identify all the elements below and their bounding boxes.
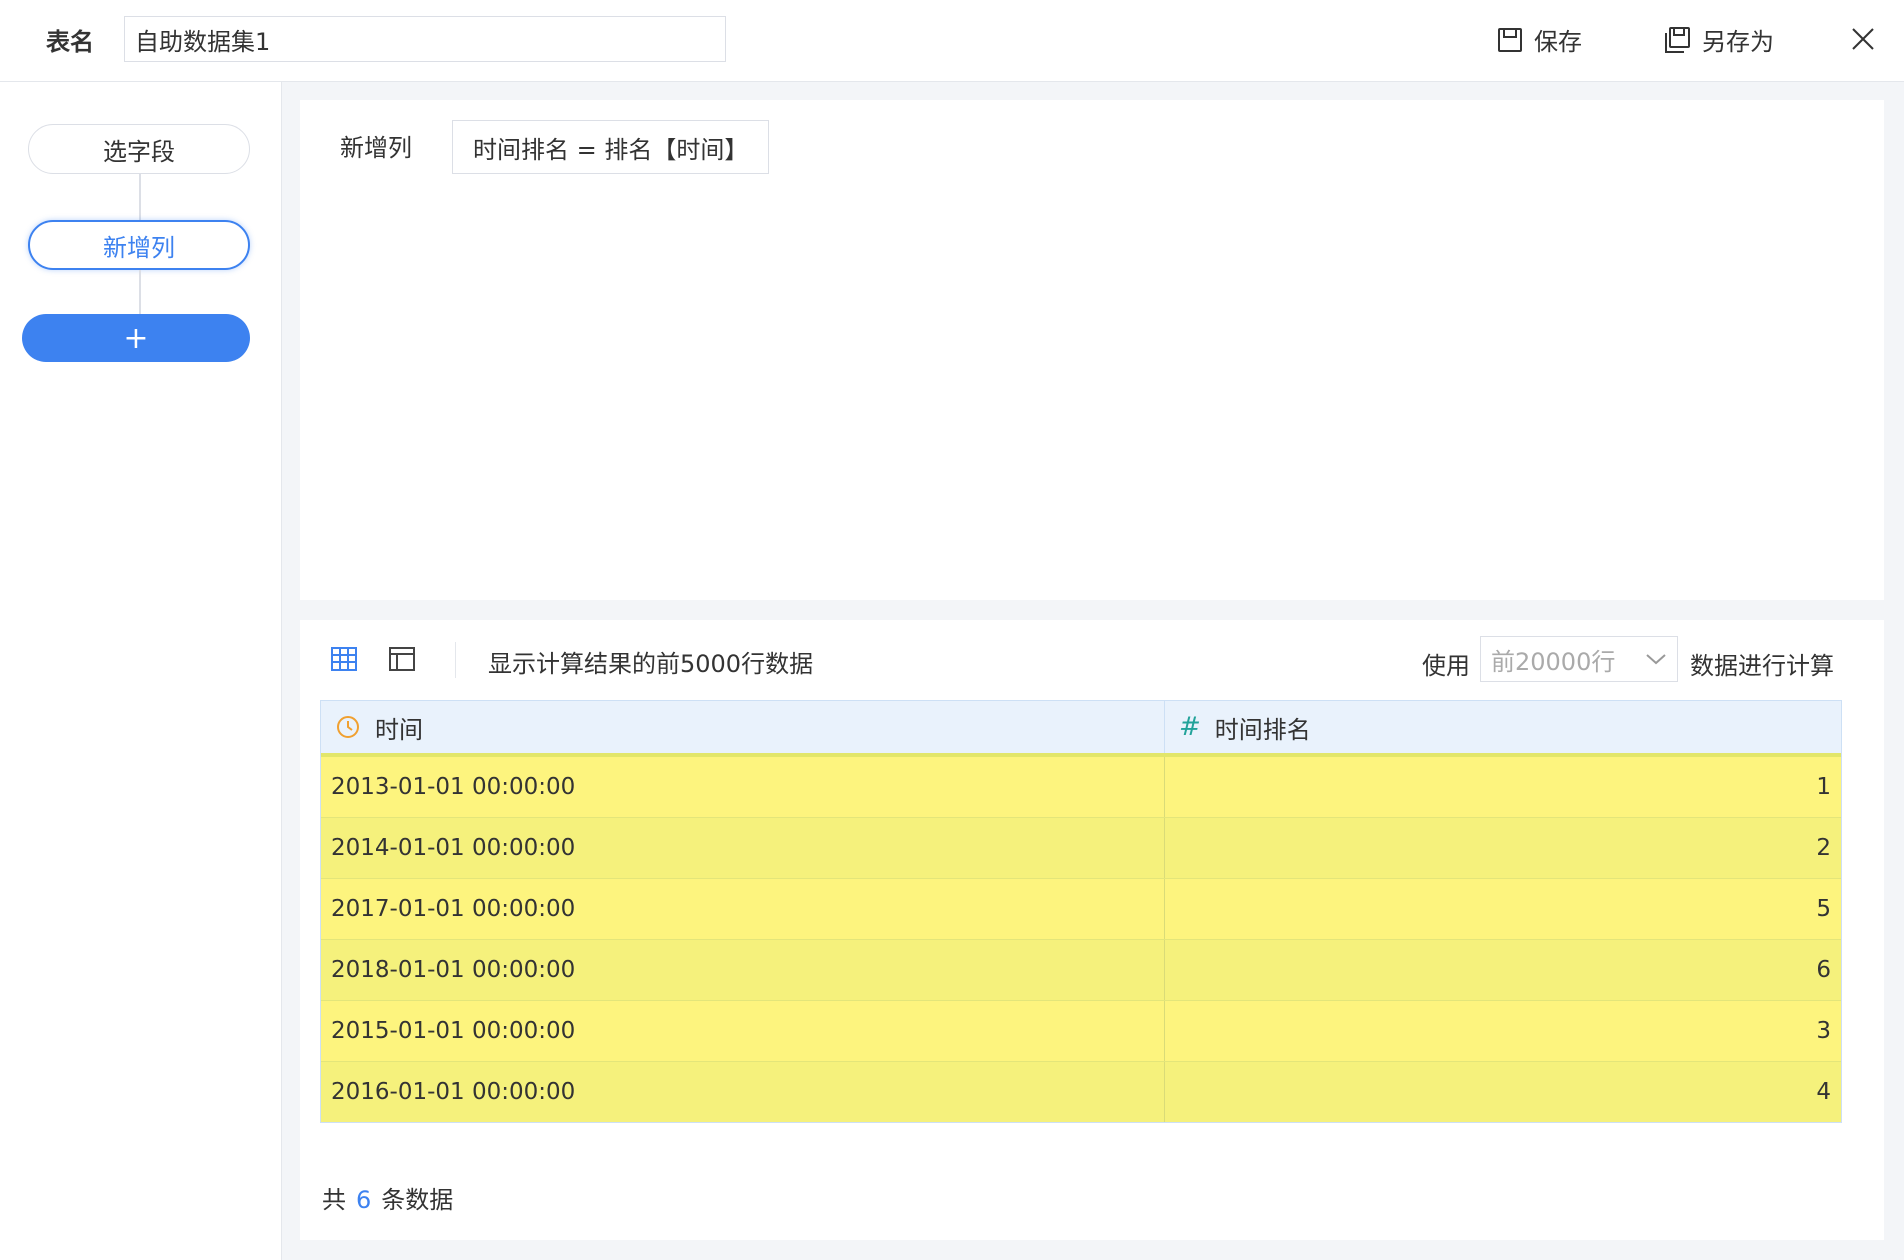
cell-time: 2013-01-01 00:00:00 [321, 757, 1165, 817]
total-count: 6 [356, 1186, 372, 1214]
chevron-down-icon [1646, 654, 1666, 665]
grid-view-icon[interactable] [330, 644, 358, 674]
step-config-panel: 新增列 时间排名 = 排名【时间】 [300, 100, 1884, 600]
table-row: 2018-01-01 00:00:00 6 [321, 940, 1841, 1001]
step-connector [139, 174, 141, 220]
row-limit-select[interactable]: 前20000行 [1480, 636, 1678, 682]
toolbar-divider [455, 642, 456, 678]
data-table: 时间 # 时间排名 2013-01-01 00:00:00 1 2014-01-… [320, 700, 1842, 1123]
cell-rank: 2 [1816, 835, 1831, 861]
use-label: 使用 [1422, 652, 1470, 680]
column-header-time[interactable]: 时间 [321, 701, 1165, 753]
add-step-button[interactable]: + [22, 314, 250, 362]
save-label: 保存 [1534, 28, 1582, 56]
table-header: 时间 # 时间排名 [321, 701, 1841, 757]
table-row: 2015-01-01 00:00:00 3 [321, 1001, 1841, 1062]
table-name-input[interactable] [124, 16, 726, 62]
save-as-icon [1665, 26, 1690, 53]
total-suffix: 条数据 [381, 1186, 454, 1214]
cell-rank: 1 [1816, 774, 1831, 800]
table-name-label: 表名 [46, 28, 94, 56]
cell-time: 2017-01-01 00:00:00 [321, 879, 1165, 939]
column-header-rank[interactable]: # 时间排名 [1165, 701, 1841, 753]
cell-rank: 4 [1816, 1079, 1831, 1105]
cell-rank: 5 [1816, 896, 1831, 922]
layout-view-icon[interactable] [388, 644, 416, 674]
step-add-column[interactable]: 新增列 [28, 220, 250, 270]
formula-field[interactable]: 时间排名 = 排名【时间】 [452, 120, 770, 174]
save-as-label: 另存为 [1702, 28, 1774, 56]
calc-label: 数据进行计算 [1690, 652, 1834, 680]
cell-rank: 6 [1816, 957, 1831, 983]
step-select-fields[interactable]: 选字段 [28, 124, 250, 174]
preview-panel: 显示计算结果的前5000行数据 使用 前20000行 数据进行计算 时间 # 时… [300, 620, 1884, 1240]
table-row: 2014-01-01 00:00:00 2 [321, 818, 1841, 879]
table-row: 2016-01-01 00:00:00 4 [321, 1062, 1841, 1122]
table-row: 2017-01-01 00:00:00 5 [321, 879, 1841, 940]
cell-time: 2018-01-01 00:00:00 [321, 940, 1165, 1000]
cell-time: 2015-01-01 00:00:00 [321, 1001, 1165, 1061]
preview-note: 显示计算结果的前5000行数据 [488, 650, 814, 678]
row-limit-value: 前20000行 [1491, 647, 1616, 676]
column-name: 时间排名 [1214, 715, 1311, 744]
save-as-button[interactable]: 另存为 [1662, 22, 1774, 57]
cell-rank: 3 [1816, 1018, 1831, 1044]
column-name: 时间 [375, 715, 423, 744]
config-label: 新增列 [340, 134, 412, 162]
cell-time: 2014-01-01 00:00:00 [321, 818, 1165, 878]
table-row: 2013-01-01 00:00:00 1 [321, 757, 1841, 818]
step-connector [139, 270, 141, 314]
close-icon[interactable] [1850, 26, 1876, 52]
top-bar: 表名 保存 另存为 [0, 0, 1904, 82]
clock-icon [337, 716, 359, 738]
step-sidebar: 选字段 新增列 + [0, 82, 282, 1260]
row-count-summary: 共 6 条数据 [322, 1180, 453, 1215]
save-button[interactable]: 保存 [1496, 22, 1582, 57]
total-prefix: 共 [322, 1186, 346, 1214]
save-icon [1498, 27, 1522, 52]
cell-time: 2016-01-01 00:00:00 [321, 1062, 1165, 1122]
hash-icon: # [1179, 712, 1201, 742]
